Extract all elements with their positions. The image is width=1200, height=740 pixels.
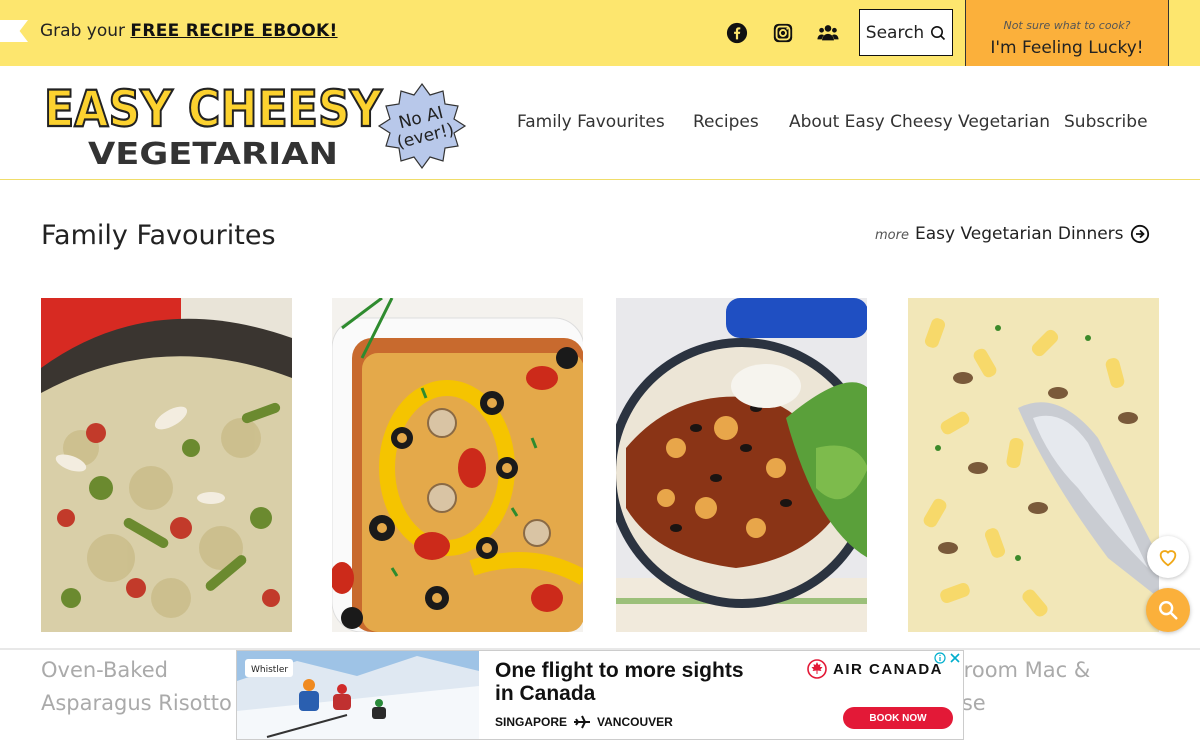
ad-headline-1: One flight to more sights <box>495 659 744 682</box>
search-button[interactable]: Search <box>859 9 953 56</box>
recipe-card-image-4[interactable] <box>908 298 1159 632</box>
search-icon <box>1159 601 1178 620</box>
instagram-icon[interactable] <box>772 22 794 44</box>
ad-image: Whistler <box>237 651 479 739</box>
nav-subscribe[interactable]: Subscribe <box>1064 112 1148 132</box>
heart-icon <box>1159 550 1177 567</box>
search-icon <box>931 25 946 40</box>
promo-prefix: Grab your <box>40 21 131 41</box>
arrow-circle-icon <box>1130 224 1149 244</box>
ad-airline: AIR CANADA <box>833 660 943 678</box>
ad-controls <box>934 652 961 664</box>
recipe-card-image-1[interactable] <box>41 298 292 632</box>
more-link-label: Easy Vegetarian Dinners <box>914 224 1124 244</box>
ad-banner[interactable]: Whistler One flight to more sights in Ca… <box>236 650 964 740</box>
free-ebook-link[interactable]: FREE RECIPE EBOOK! <box>130 21 337 41</box>
lucky-subtitle: Not sure what to cook? <box>1003 19 1131 32</box>
logo-line1: EASY CHEESY <box>44 80 383 138</box>
ad-close-icon[interactable] <box>949 652 961 664</box>
promo-text: Grab your FREE RECIPE EBOOK! <box>40 21 338 41</box>
ad-brand-tag: Whistler <box>251 665 288 675</box>
airplane-icon <box>574 715 591 729</box>
site-logo[interactable]: EASY CHEESY VEGETARIAN No AI (ever!) <box>42 80 472 170</box>
logo-line2: VEGETARIAN <box>88 137 338 170</box>
favorite-button[interactable] <box>1147 536 1189 578</box>
section-title: Family Favourites <box>41 220 276 251</box>
nav-about[interactable]: About Easy Cheesy Vegetarian <box>789 112 1050 132</box>
ad-route-from: SINGAPORE <box>495 715 568 729</box>
more-prefix: more <box>875 228 909 243</box>
site-header: EASY CHEESY VEGETARIAN No AI (ever!) Fam… <box>0 66 1200 180</box>
ribbon-flag <box>0 20 28 42</box>
group-icon[interactable] <box>817 22 839 44</box>
nav-recipes[interactable]: Recipes <box>693 112 759 132</box>
more-dinners-link[interactable]: more Easy Vegetarian Dinners <box>875 224 1150 244</box>
ad-headline-2: in Canada <box>495 682 596 705</box>
ad-route-to: VANCOUVER <box>597 715 673 729</box>
ad-book-now-button[interactable]: BOOK NOW <box>843 707 953 729</box>
ad-info-icon[interactable] <box>934 652 946 664</box>
recipe-card-image-3[interactable] <box>616 298 867 632</box>
search-label: Search <box>865 22 925 43</box>
maple-leaf-icon <box>807 659 827 679</box>
lucky-label: I'm Feeling Lucky! <box>990 38 1144 58</box>
floating-search-button[interactable] <box>1146 588 1190 632</box>
facebook-icon[interactable] <box>726 22 748 44</box>
nav-family-favourites[interactable]: Family Favourites <box>517 112 665 132</box>
recipe-card-image-2[interactable] <box>332 298 583 632</box>
